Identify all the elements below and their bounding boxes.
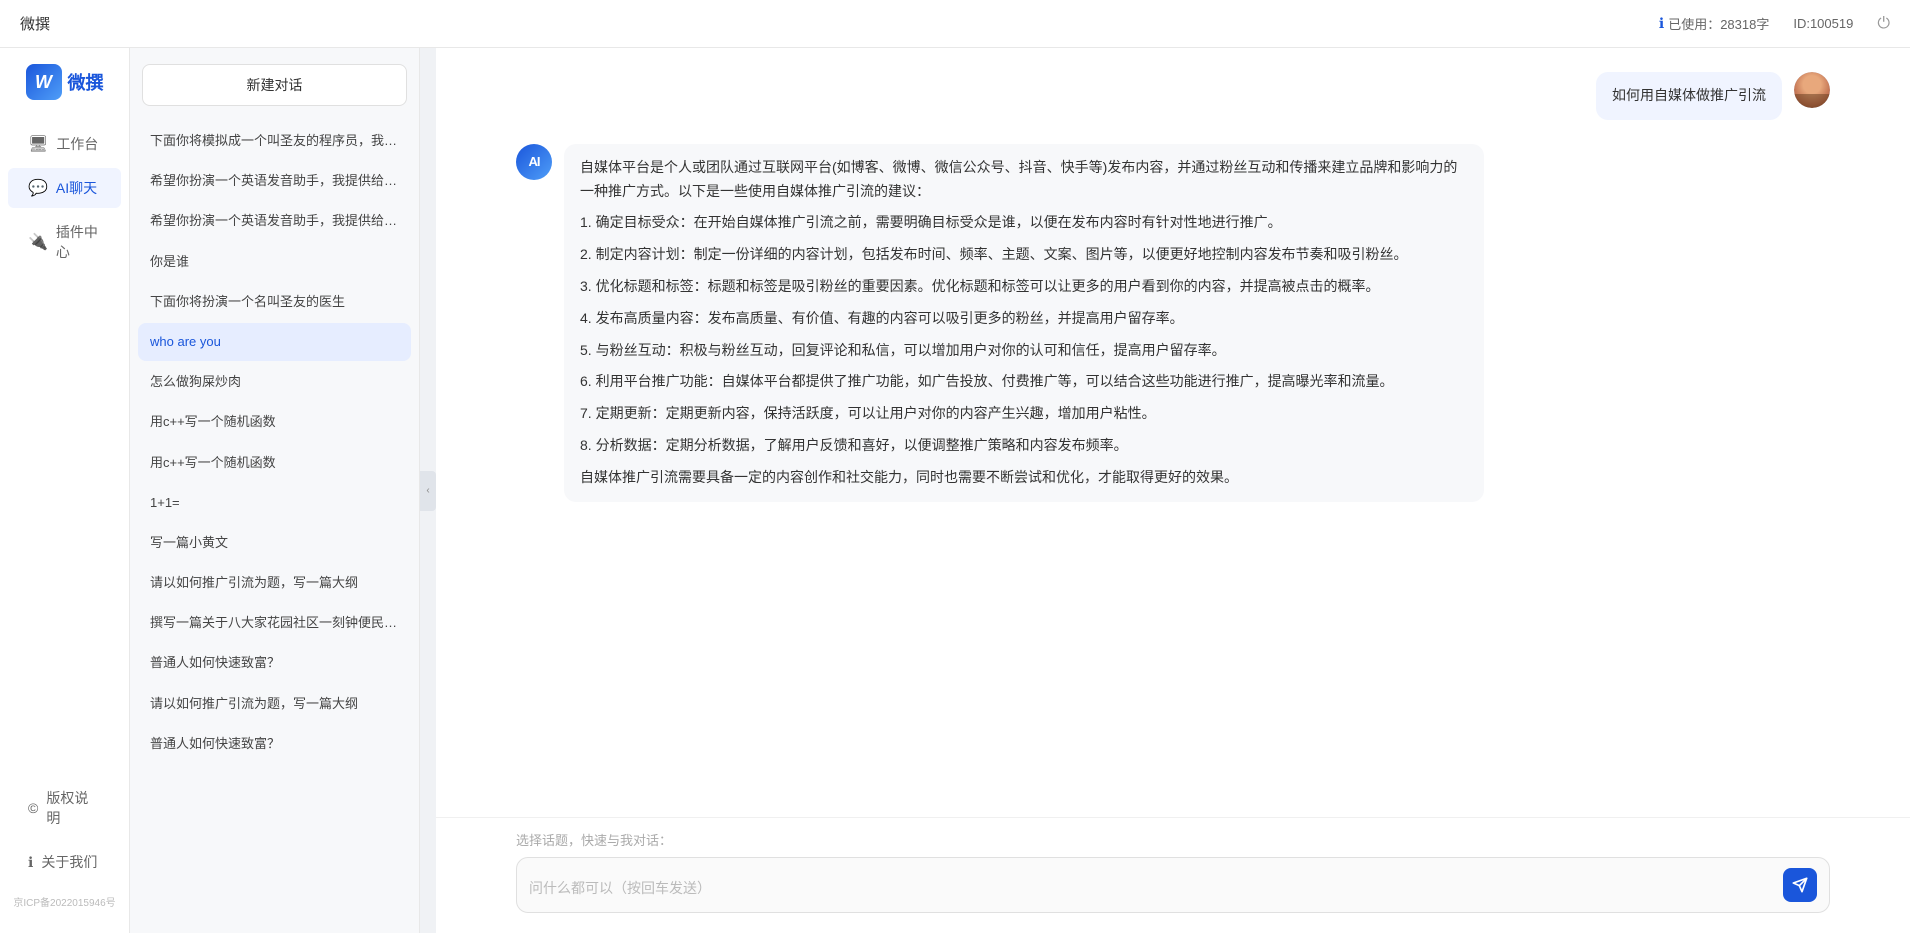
sidebar-item-plugins-label: 插件中心	[56, 222, 101, 262]
sidebar-item-ai-chat-label: AI聊天	[56, 178, 97, 198]
chat-list-item[interactable]: 普通人如何快速致富？	[138, 644, 411, 682]
message-paragraph: 自媒体推广引流需要具备一定的内容创作和社交能力，同时也需要不断尝试和优化，才能取…	[580, 466, 1468, 490]
sidebar-item-about-label: 关于我们	[41, 852, 97, 872]
message-paragraph: 2. 制定内容计划：制定一份详细的内容计划，包括发布时间、频率、主题、文案、图片…	[580, 243, 1468, 267]
message-paragraph: 8. 分析数据：定期分析数据，了解用户反馈和喜好，以便调整推广策略和内容发布频率…	[580, 434, 1468, 458]
chat-list-item[interactable]: 下面你将模拟成一个叫圣友的程序员，我说...	[138, 122, 411, 160]
topbar-right: ℹ 已使用：28318字 ID:100519 ⏻	[1659, 14, 1890, 33]
collapse-sidebar-button[interactable]: ‹	[420, 471, 436, 511]
message-paragraph: 6. 利用平台推广功能：自媒体平台都提供了推广功能，如广告投放、付费推广等，可以…	[580, 370, 1468, 394]
ai-chat-icon: 💬	[28, 178, 48, 198]
left-sidebar: W 微撰 🖥 工作台 💬 AI聊天 🔌 插件中心 © 版权说明	[0, 48, 130, 933]
chat-list-item[interactable]: 用c++写一个随机函数	[138, 403, 411, 441]
user-avatar	[1794, 72, 1830, 108]
sidebar-item-ai-chat[interactable]: 💬 AI聊天	[8, 168, 121, 208]
chat-list-item[interactable]: 写一篇小黄文	[138, 524, 411, 562]
sidebar-item-about[interactable]: ℹ 关于我们	[8, 842, 121, 882]
chat-list-item[interactable]: 怎么做狗屎炒肉	[138, 363, 411, 401]
plugins-icon: 🔌	[28, 232, 48, 252]
topbar-id: ID:100519	[1793, 16, 1853, 31]
topbar-usage: ℹ 已使用：28318字	[1659, 14, 1769, 33]
chat-list-item[interactable]: 1+1=	[138, 484, 411, 522]
icp-text: 京ICP备2022015946号	[0, 886, 129, 917]
chat-main: 如何用自媒体做推广引流 AI 自媒体平台是个人或团队通过互联网平台(如博客、微博、微…	[436, 48, 1910, 933]
message-paragraph: 3. 优化标题和标签：标题和标签是吸引粉丝的重要因素。优化标题和标签可以让更多的…	[580, 275, 1468, 299]
chat-sidebar: 新建对话 下面你将模拟成一个叫圣友的程序员，我说...希望你扮演一个英语发音助手…	[130, 48, 420, 933]
nav-items: 🖥 工作台 💬 AI聊天 🔌 插件中心	[0, 124, 129, 272]
new-chat-button[interactable]: 新建对话	[142, 64, 407, 106]
chat-list-item[interactable]: 请以如何推广引流为题，写一篇大纲	[138, 564, 411, 602]
logo-text: 微撰	[68, 69, 104, 95]
sidebar-item-copyright[interactable]: © 版权说明	[8, 778, 121, 838]
chat-list-item[interactable]: 请以如何推广引流为题，写一篇大纲	[138, 685, 411, 723]
about-icon: ℹ	[28, 854, 33, 871]
chat-input[interactable]	[529, 878, 1775, 902]
chat-list-item[interactable]: 你是谁	[138, 243, 411, 281]
chat-list-item[interactable]: 希望你扮演一个英语发音助手，我提供给你...	[138, 162, 411, 200]
chat-list-item[interactable]: who are you	[138, 323, 411, 361]
info-icon: ℹ	[1659, 15, 1664, 32]
message-paragraph: 自媒体平台是个人或团队通过互联网平台(如博客、微博、微信公众号、抖音、快手等)发…	[580, 156, 1468, 204]
chat-list-item[interactable]: 普通人如何快速致富？	[138, 725, 411, 763]
topbar-title: 微撰	[20, 13, 1659, 34]
chat-list-item[interactable]: 下面你将扮演一个名叫圣友的医生	[138, 283, 411, 321]
sidebar-item-plugins[interactable]: 🔌 插件中心	[8, 212, 121, 272]
ai-message: AI 自媒体平台是个人或团队通过互联网平台(如博客、微博、微信公众号、抖音、快手等…	[516, 144, 1830, 502]
quick-topics-label: 选择话题，快速与我对话：	[516, 830, 1830, 849]
message-paragraph: 1. 确定目标受众：在开始自媒体推广引流之前，需要明确目标受众是谁，以便在发布内…	[580, 211, 1468, 235]
logo-area: W 微撰	[16, 64, 114, 100]
usage-text: 已使用：28318字	[1668, 14, 1769, 33]
logo-w-icon: W	[26, 64, 62, 100]
sidebar-item-workbench[interactable]: 🖥 工作台	[8, 124, 121, 164]
copyright-icon: ©	[28, 800, 38, 816]
message-bubble: 如何用自媒体做推广引流	[1596, 72, 1782, 120]
sidebar-item-copyright-label: 版权说明	[46, 788, 101, 828]
send-icon	[1792, 877, 1808, 893]
sidebar-item-workbench-label: 工作台	[56, 134, 98, 154]
chat-list: 下面你将模拟成一个叫圣友的程序员，我说...希望你扮演一个英语发音助手，我提供给…	[130, 118, 419, 933]
input-box	[516, 857, 1830, 913]
send-button[interactable]	[1783, 868, 1817, 902]
main-layout: W 微撰 🖥 工作台 💬 AI聊天 🔌 插件中心 © 版权说明	[0, 48, 1910, 933]
workbench-icon: 🖥	[28, 134, 48, 154]
message-paragraph: 7. 定期更新：定期更新内容，保持活跃度，可以让用户对你的内容产生兴趣，增加用户…	[580, 402, 1468, 426]
message-paragraph: 4. 发布高质量内容：发布高质量、有价值、有趣的内容可以吸引更多的粉丝，并提高用…	[580, 307, 1468, 331]
chat-list-item[interactable]: 希望你扮演一个英语发音助手，我提供给你...	[138, 202, 411, 240]
logout-icon[interactable]: ⏻	[1877, 15, 1890, 33]
user-message: 如何用自媒体做推广引流	[516, 72, 1830, 120]
nav-bottom: © 版权说明 ℹ 关于我们 京ICP备2022015946号	[0, 778, 129, 917]
message-bubble: 自媒体平台是个人或团队通过互联网平台(如博客、微博、微信公众号、抖音、快手等)发…	[564, 144, 1484, 502]
message-paragraph: 5. 与粉丝互动：积极与粉丝互动，回复评论和私信，可以增加用户对你的认可和信任，…	[580, 339, 1468, 363]
ai-avatar: AI	[516, 144, 552, 180]
ai-message-content: 自媒体平台是个人或团队通过互联网平台(如博客、微博、微信公众号、抖音、快手等)发…	[580, 156, 1468, 490]
chat-list-item[interactable]: 撰写一篇关于八大家花园社区一刻钟便民生...	[138, 604, 411, 642]
topbar: 微撰 ℹ 已使用：28318字 ID:100519 ⏻	[0, 0, 1910, 48]
chat-messages: 如何用自媒体做推广引流 AI 自媒体平台是个人或团队通过互联网平台(如博客、微博、微…	[436, 48, 1910, 817]
chat-list-item[interactable]: 用c++写一个随机函数	[138, 444, 411, 482]
chat-input-area: 选择话题，快速与我对话：	[436, 817, 1910, 933]
